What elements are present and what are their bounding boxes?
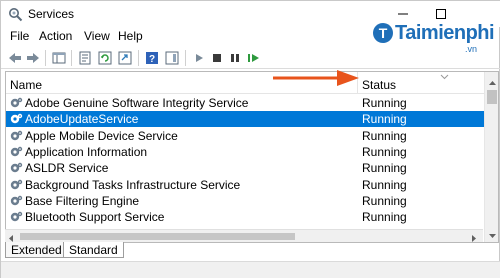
service-row[interactable]: Base Filtering Engine Running [6, 193, 484, 209]
service-status: Running [362, 112, 407, 127]
service-row[interactable]: Background Tasks Infrastructure Service R… [6, 177, 484, 193]
service-name: Background Tasks Infrastructure Service [25, 177, 241, 192]
service-status: Running [362, 193, 407, 208]
properties-icon[interactable] [77, 50, 93, 66]
menu-view[interactable]: View [84, 29, 110, 43]
service-status: Running [362, 210, 407, 225]
service-gear-icon [9, 96, 23, 110]
service-row[interactable]: Adobe Genuine Software Integrity Service… [6, 95, 484, 111]
service-row[interactable]: Bluetooth Support Service Running [6, 209, 484, 225]
vertical-scroll-thumb[interactable] [487, 90, 497, 104]
tab-standard[interactable]: Standard [63, 242, 124, 258]
service-gear-icon [9, 194, 23, 208]
services-list[interactable]: Name Status Adobe Genuine Software Integ… [5, 71, 499, 243]
service-status: Running [362, 144, 407, 159]
toolbar-separator [185, 50, 186, 66]
back-arrow-icon[interactable] [7, 50, 23, 66]
service-status: Running [362, 128, 407, 143]
service-gear-icon [9, 161, 23, 175]
help-icon[interactable]: ? [144, 50, 160, 66]
service-gear-icon [9, 210, 23, 224]
show-hide-pane-icon[interactable] [164, 50, 180, 66]
horizontal-scrollbar[interactable] [5, 229, 483, 242]
menu-file[interactable]: File [10, 29, 29, 43]
service-row[interactable]: Apple Mobile Device Service Running [6, 128, 484, 144]
console-tree-icon[interactable] [51, 50, 67, 66]
menu-action[interactable]: Action [39, 29, 72, 43]
pause-icon[interactable] [227, 50, 243, 66]
service-gear-icon [9, 145, 23, 159]
export-list-icon[interactable] [117, 50, 133, 66]
service-status: Running [362, 177, 407, 192]
service-status: Running [362, 161, 407, 176]
menu-help[interactable]: Help [118, 29, 143, 43]
service-gear-icon [9, 112, 23, 126]
service-name: ASLDR Service [25, 161, 109, 176]
service-gear-icon [9, 178, 23, 192]
toolbar-separator [138, 50, 139, 66]
services-window: Services T Taimienphi .vn File Action Vi… [0, 0, 500, 278]
vertical-scrollbar[interactable] [484, 72, 498, 242]
forward-arrow-icon[interactable] [25, 50, 41, 66]
service-row[interactable]: ASLDR Service Running [6, 160, 484, 176]
horizontal-scroll-thumb[interactable] [20, 233, 295, 240]
restart-icon[interactable] [246, 50, 262, 66]
annotation-arrow-icon [273, 70, 359, 86]
service-row[interactable]: AdobeUpdateService Running [6, 111, 484, 128]
toolbar-separator [71, 50, 72, 66]
service-row[interactable]: Application Information Running [6, 144, 484, 160]
view-tabs: Extended Standard [5, 242, 499, 259]
service-name: Apple Mobile Device Service [25, 128, 178, 143]
column-header-name[interactable]: Name [10, 78, 42, 92]
sort-chevron-icon [440, 73, 449, 82]
play-icon[interactable] [191, 50, 207, 66]
window-title: Services [28, 7, 75, 21]
toolbar: ? [1, 47, 500, 69]
gear-magnifier-icon [8, 7, 23, 22]
list-header: Name Status [6, 72, 484, 94]
service-name: AdobeUpdateService [25, 112, 139, 127]
menu-bar: File Action View Help [1, 28, 500, 46]
service-name: Adobe Genuine Software Integrity Service [25, 96, 249, 110]
tab-extended[interactable]: Extended [5, 242, 68, 258]
status-bar [1, 261, 500, 278]
svg-text:?: ? [149, 54, 155, 65]
service-name: Application Information [25, 144, 148, 159]
service-status: Running [362, 96, 407, 110]
service-gear-icon [9, 129, 23, 143]
scroll-up-icon[interactable] [488, 75, 497, 89]
service-name: Bluetooth Support Service [25, 210, 165, 225]
column-header-status[interactable]: Status [362, 78, 396, 92]
scroll-down-icon[interactable] [488, 228, 497, 242]
refresh-icon[interactable] [97, 50, 113, 66]
stop-icon[interactable] [209, 50, 225, 66]
toolbar-separator [45, 50, 46, 66]
service-name: Base Filtering Engine [25, 193, 140, 208]
